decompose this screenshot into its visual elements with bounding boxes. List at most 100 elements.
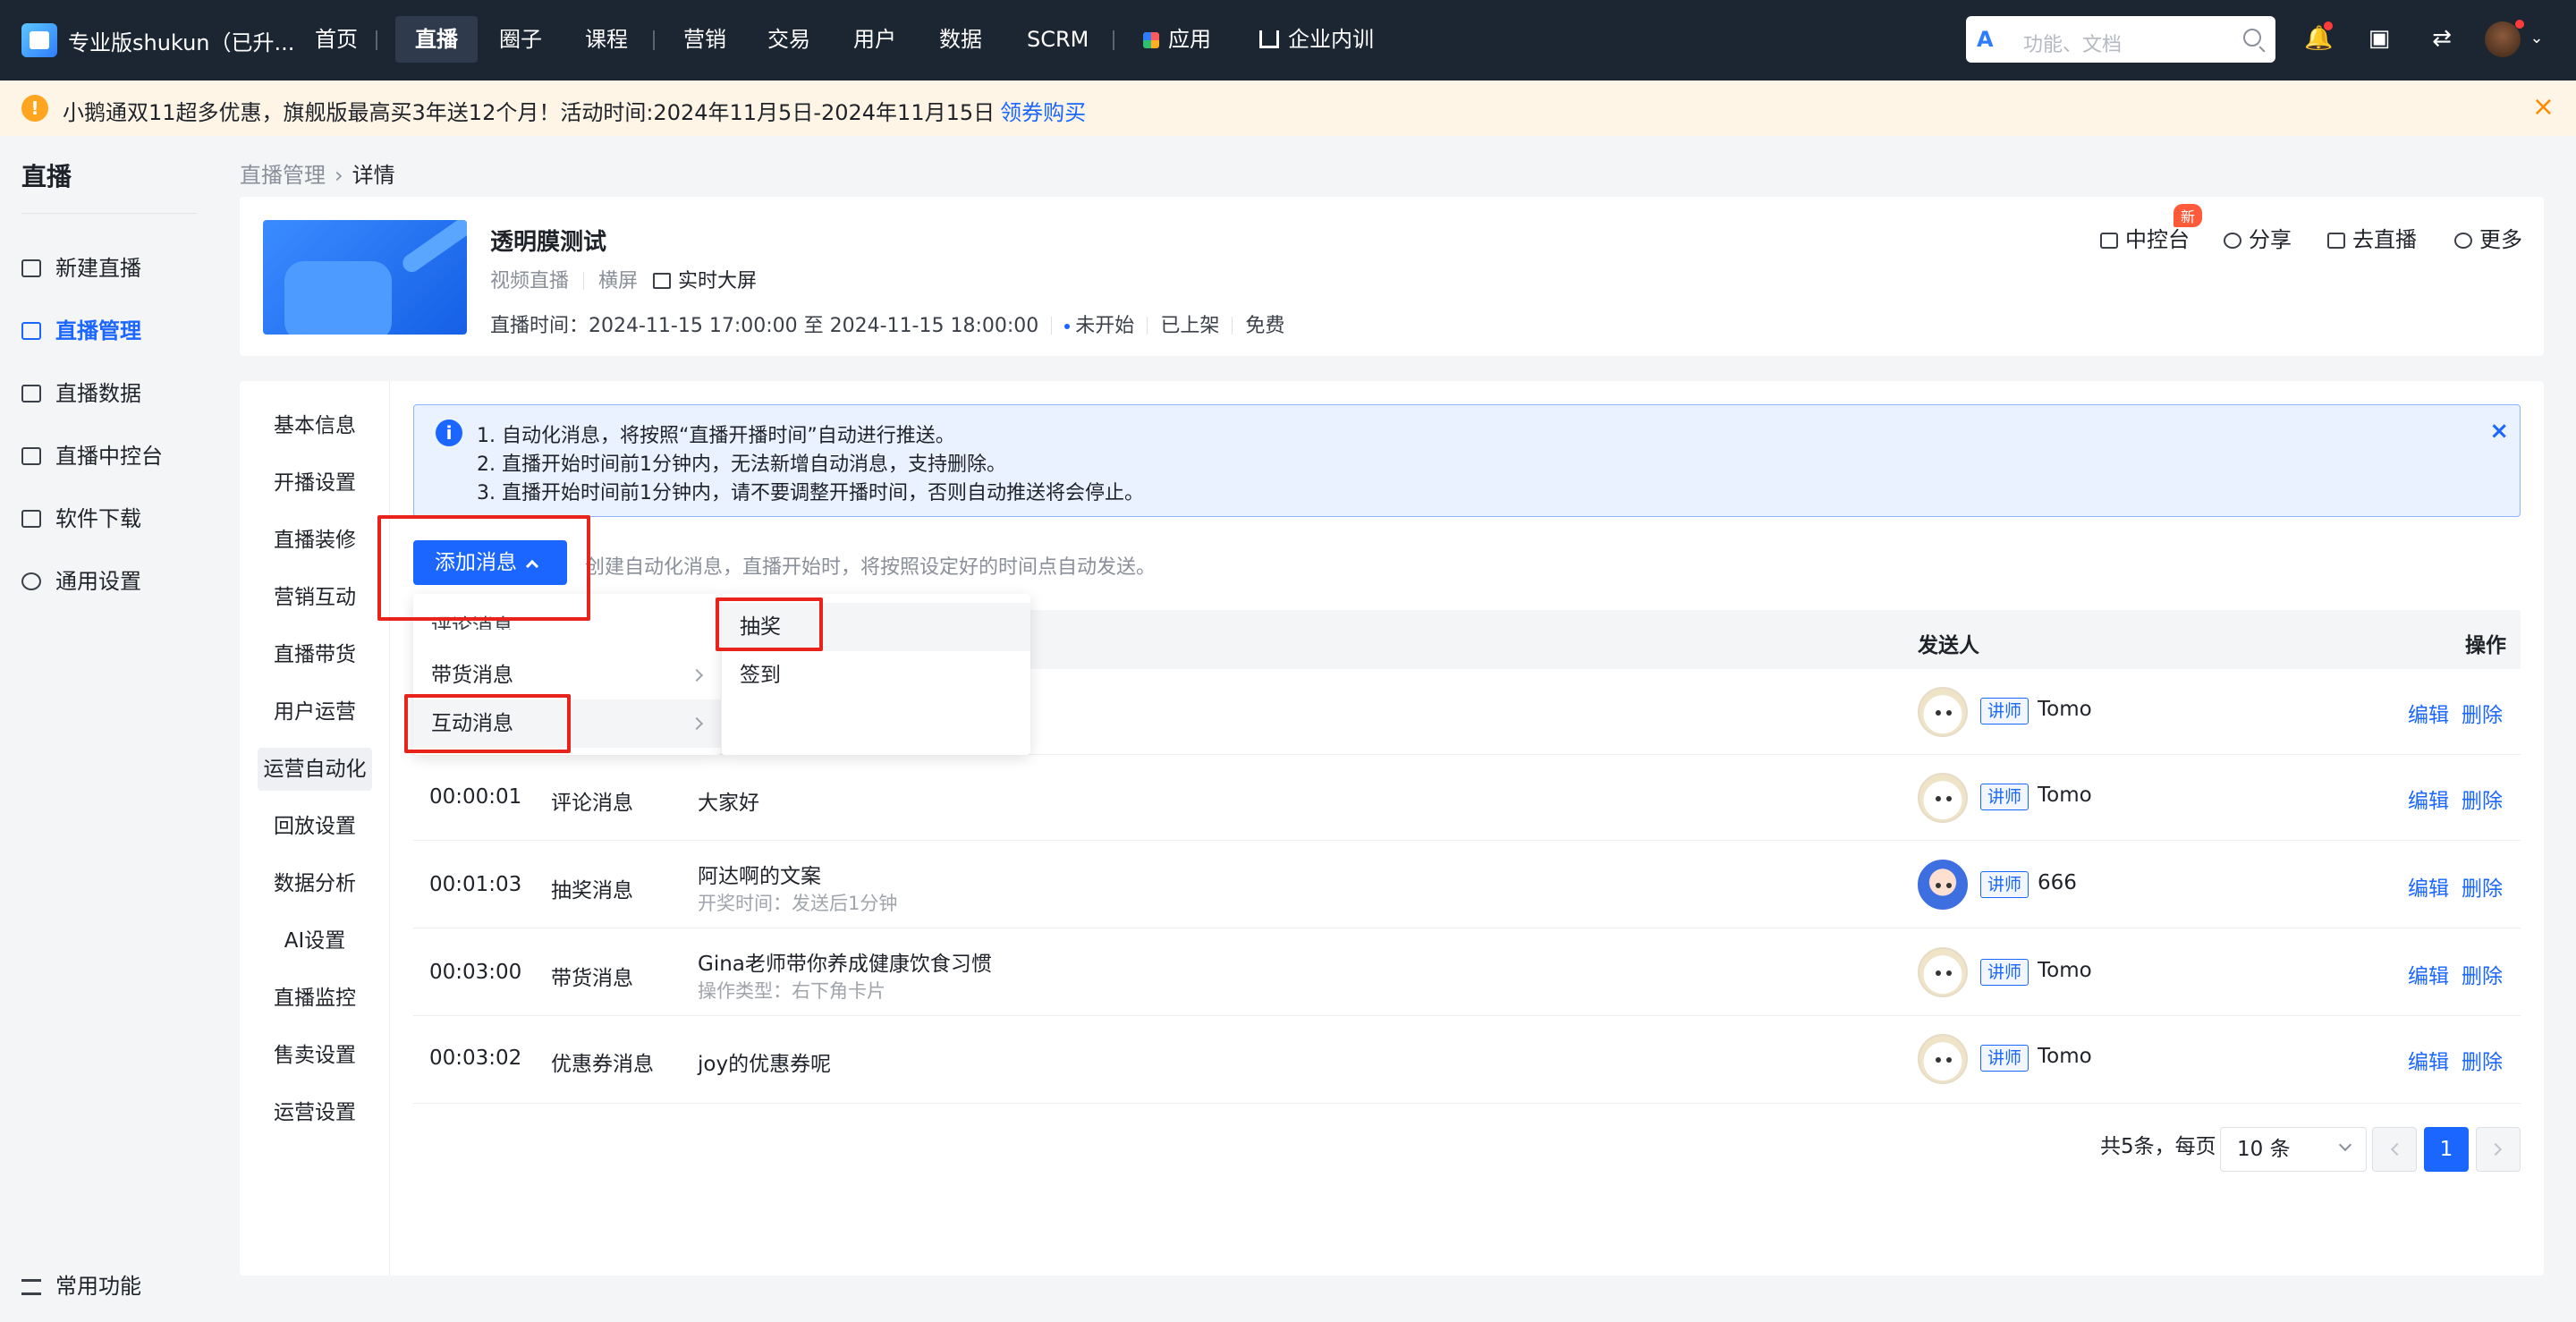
switch-icon[interactable]: ⇄ — [2429, 25, 2454, 52]
sidebar-item-settings[interactable]: 通用设置 — [21, 564, 141, 599]
store-icon[interactable]: ▣ — [2367, 25, 2392, 52]
tab-analytics[interactable]: 数据分析 — [258, 862, 372, 905]
nav-home[interactable]: 首页 — [295, 16, 377, 63]
sidebar-item-console[interactable]: 直播中控台 — [21, 438, 163, 474]
info-icon: i — [436, 419, 462, 446]
realtime-screen-link[interactable]: 实时大屏 — [653, 270, 757, 292]
go-live-button[interactable]: 去直播 — [2327, 222, 2417, 253]
nav-trade[interactable]: 交易 — [748, 16, 830, 63]
tab-monitor[interactable]: 直播监控 — [258, 977, 372, 1020]
global-search[interactable]: A 功能、文档 — [1966, 16, 2275, 63]
delete-button[interactable]: 删除 — [2462, 959, 2503, 989]
prev-page-button[interactable] — [2372, 1127, 2417, 1172]
tab-marketing[interactable]: 营销互动 — [258, 576, 372, 619]
org-icon — [1259, 30, 1279, 48]
share-button[interactable]: 分享 — [2224, 222, 2292, 253]
coupon-link[interactable]: 领券购买 — [1000, 100, 1086, 125]
search-logo-icon: A — [1977, 27, 1994, 52]
sidebar: 直播 新建直播 直播管理 直播数据 直播中控台 软件下载 通用设置 — [0, 136, 211, 1322]
tab-user-ops[interactable]: 用户运营 — [258, 691, 372, 733]
list-icon — [21, 1279, 41, 1295]
avatar — [1918, 687, 1968, 737]
notification-dot — [2324, 21, 2333, 30]
tab-decoration[interactable]: 直播装修 — [258, 519, 372, 562]
edit-button[interactable]: 编辑 — [2408, 959, 2449, 989]
close-icon[interactable]: × — [2532, 91, 2555, 123]
chart-icon — [21, 385, 41, 403]
delete-button[interactable]: 删除 — [2462, 871, 2503, 902]
more-button[interactable]: 更多 — [2454, 222, 2522, 253]
share-icon — [2224, 233, 2241, 249]
page-button[interactable]: 1 — [2424, 1127, 2469, 1172]
edit-button[interactable]: 编辑 — [2408, 698, 2449, 728]
page-size-select[interactable]: 10 条 — [2220, 1127, 2367, 1172]
avatar — [1918, 773, 1968, 823]
message-type: 带货消息 — [551, 967, 633, 990]
menu-item-selling[interactable]: 带货消息 — [413, 651, 721, 699]
nav-data[interactable]: 数据 — [919, 16, 1002, 63]
tab-replay[interactable]: 回放设置 — [258, 805, 372, 848]
info-line: 1. 自动化消息，将按照“直播开播时间”自动进行推送。 — [477, 425, 955, 447]
live-meta: 视频直播 横屏 实时大屏 — [490, 270, 758, 292]
nav-divider — [376, 30, 377, 50]
tab-basic-info[interactable]: 基本信息 — [258, 404, 372, 447]
common-functions[interactable]: 常用功能 — [21, 1268, 141, 1300]
delete-button[interactable]: 删除 — [2462, 698, 2503, 728]
send-time: 00:01:03 — [429, 873, 522, 896]
message-type: 优惠券消息 — [551, 1053, 654, 1076]
sidebar-item-live-manage[interactable]: 直播管理 — [21, 313, 141, 349]
next-page-button[interactable] — [2476, 1127, 2521, 1172]
close-icon[interactable]: × — [2489, 418, 2509, 445]
sidebar-item-live-data[interactable]: 直播数据 — [21, 376, 141, 411]
role-tag: 讲师 — [1980, 784, 2029, 810]
search-icon[interactable] — [2243, 29, 2261, 47]
tab-automation[interactable]: 运营自动化 — [258, 748, 372, 791]
more-icon — [2454, 233, 2472, 249]
manage-icon — [21, 322, 41, 340]
highlight-box — [377, 515, 590, 621]
nav-course[interactable]: 课程 — [565, 16, 648, 63]
nav-users[interactable]: 用户 — [834, 16, 916, 63]
delete-button[interactable]: 删除 — [2462, 784, 2503, 814]
nav-enterprise-training[interactable]: 企业内训 — [1240, 16, 1394, 63]
nav-live[interactable]: 直播 — [395, 16, 478, 63]
message-type: 抽奖消息 — [551, 879, 633, 903]
live-time-row: 直播时间：2024-11-15 17:00:00 至 2024-11-15 18… — [490, 315, 1285, 337]
chevron-left-icon — [2390, 1142, 2404, 1157]
nav-marketing[interactable]: 营销 — [664, 16, 746, 63]
breadcrumb: 直播管理 › 详情 — [240, 157, 395, 189]
send-time: 00:03:00 — [429, 961, 522, 984]
chevron-down-icon[interactable]: ⌄ — [2524, 25, 2549, 52]
nav-apps[interactable]: 应用 — [1123, 16, 1231, 63]
edit-button[interactable]: 编辑 — [2408, 871, 2449, 902]
app-logo-icon[interactable] — [21, 23, 57, 57]
submenu-item-checkin[interactable]: 签到 — [722, 651, 1030, 699]
delete-button[interactable]: 删除 — [2462, 1045, 2503, 1075]
chevron-right-icon — [690, 716, 704, 731]
sidebar-item-new-live[interactable]: 新建直播 — [21, 250, 141, 286]
message-content: joy的优惠券呢 — [698, 1053, 832, 1076]
nav-circle[interactable]: 圈子 — [479, 16, 562, 63]
tab-ai[interactable]: AI设置 — [258, 919, 372, 962]
tab-ops-settings[interactable]: 运营设置 — [258, 1091, 372, 1134]
new-badge: 新 — [2174, 204, 2203, 227]
search-input[interactable]: 功能、文档 — [2023, 29, 2122, 57]
edit-button[interactable]: 编辑 — [2408, 784, 2449, 814]
detail-tabs: 基本信息 开播设置 直播装修 营销互动 直播带货 用户运营 运营自动化 回放设置… — [240, 381, 390, 1275]
tab-sales[interactable]: 售卖设置 — [258, 1034, 372, 1077]
header-ops: 操作 — [2465, 634, 2506, 657]
shop-name[interactable]: 专业版shukun（已升... — [68, 25, 294, 56]
edit-button[interactable]: 编辑 — [2408, 1045, 2449, 1075]
status-dot — [1064, 324, 1071, 329]
breadcrumb-parent[interactable]: 直播管理 — [240, 163, 326, 188]
tab-broadcast-settings[interactable]: 开播设置 — [258, 462, 372, 504]
sender-name: Tomo — [2038, 1045, 2092, 1068]
status-badge: 未开始 — [1075, 315, 1135, 337]
message-content: 阿达啊的文案 — [698, 865, 821, 888]
breadcrumb-current: 详情 — [352, 163, 395, 188]
tab-selling[interactable]: 直播带货 — [258, 633, 372, 676]
nav-divider — [1113, 30, 1114, 50]
live-cover-image — [263, 220, 467, 335]
nav-scrm[interactable]: SCRM — [1007, 16, 1108, 63]
sidebar-item-download[interactable]: 软件下载 — [21, 501, 141, 537]
